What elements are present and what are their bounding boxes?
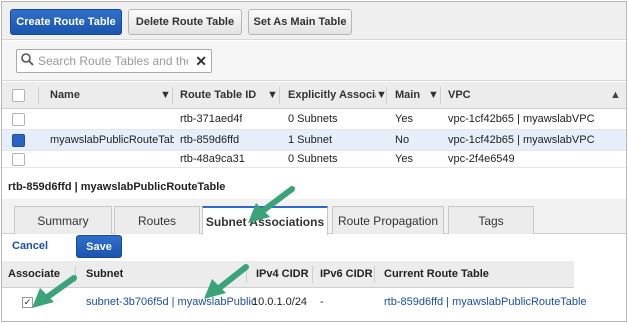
column-divider [386, 87, 387, 104]
sort-caret-icon[interactable]: ▼ [267, 82, 278, 108]
subnet-link[interactable]: subnet-3b706f5d | myawslabPublic [86, 288, 256, 316]
create-route-table-button[interactable]: Create Route Table [10, 9, 122, 35]
current-route-table-link[interactable]: rtb-859d6ffd | myawslabPublicRouteTable [384, 288, 587, 316]
column-header-associate: Associate [8, 268, 60, 280]
delete-route-table-button[interactable]: Delete Route Table [128, 9, 242, 35]
sort-caret-icon[interactable]: ▼ [428, 82, 439, 108]
row-vpc: vpc-1cf42b65 | myawslabVPC [448, 134, 595, 146]
column-header-subnet: Subnet [86, 268, 124, 280]
column-header-main[interactable]: Main [395, 82, 425, 108]
associate-cell: ✓ [22, 288, 33, 316]
grid-header: Name ▼ Route Table ID ▼ Explicitly Assoc… [2, 82, 626, 109]
detail-tabs: Summary Routes Subnet Associations Route… [2, 199, 626, 235]
column-header-route-table-id[interactable]: Route Table ID [180, 82, 270, 108]
table-row: ✓ subnet-3b706f5d | myawslabPublic 10.0.… [2, 288, 587, 316]
row-checkbox[interactable] [12, 153, 25, 166]
table-row[interactable]: rtb-371aed4f 0 Subnets Yes vpc-1cf42b65 … [2, 109, 626, 130]
row-checkbox[interactable] [12, 133, 25, 147]
row-checkbox[interactable] [12, 112, 25, 126]
toolbar: Create Route Table Delete Route Table Se… [2, 2, 626, 40]
row-vpc: vpc-2f4e6549 [448, 153, 515, 165]
tab-routes[interactable]: Routes [114, 206, 200, 234]
column-divider [374, 266, 375, 283]
associate-checkbox[interactable]: ✓ [22, 296, 33, 308]
column-divider [75, 266, 76, 283]
ipv6-cidr: - [320, 296, 324, 308]
column-divider [440, 87, 441, 104]
sort-caret-icon[interactable]: ▲ [610, 82, 621, 108]
row-route-table-id: rtb-48a9ca31 [180, 153, 245, 165]
column-label: Route Table ID [180, 89, 257, 101]
tab-route-propagation[interactable]: Route Propagation [332, 206, 444, 234]
row-main: No [395, 134, 410, 146]
row-vpc: vpc-1cf42b65 | myawslabVPC [448, 113, 595, 125]
tab-tags[interactable]: Tags [448, 206, 534, 234]
console-panel: Create Route Table Delete Route Table Se… [1, 1, 627, 322]
route-table-grid: Name ▼ Route Table ID ▼ Explicitly Assoc… [2, 82, 626, 168]
row-explicit-associations: 1 Subnet [288, 134, 333, 146]
tab-subnet-associations[interactable]: Subnet Associations [202, 206, 328, 235]
search-icon [21, 53, 34, 69]
row-main: Yes [395, 153, 413, 165]
set-main-table-button[interactable]: Set As Main Table [248, 9, 352, 35]
close-icon[interactable]: ✕ [195, 53, 207, 69]
column-divider [246, 266, 247, 283]
row-checkbox-cell [12, 109, 25, 129]
subnet-grid-header: Associate Subnet IPv4 CIDR IPv6 CIDR Cur… [2, 261, 574, 288]
ipv4-cidr: 10.0.1.0/24 [252, 296, 308, 308]
search-input[interactable] [38, 54, 188, 68]
column-header-vpc[interactable]: VPC [448, 82, 508, 108]
column-label: Main [395, 89, 421, 101]
row-route-table-id: rtb-371aed4f [180, 113, 243, 125]
search-bar: ✕ [2, 41, 626, 81]
cancel-button[interactable]: Cancel [12, 240, 48, 252]
row-name: myawslabPublicRouteTable [50, 134, 174, 146]
row-explicit-associations: 0 Subnets [288, 153, 338, 165]
row-name [50, 109, 174, 129]
column-label: Name [50, 89, 80, 101]
column-divider [312, 266, 313, 283]
column-divider [38, 87, 39, 104]
table-row[interactable]: myawslabPublicRouteTable rtb-859d6ffd 1 … [2, 130, 626, 151]
search-box[interactable]: ✕ [16, 49, 212, 73]
table-row[interactable]: rtb-48a9ca31 0 Subnets Yes vpc-2f4e6549 [2, 151, 626, 168]
sort-caret-icon[interactable]: ▼ [160, 82, 171, 108]
tab-summary[interactable]: Summary [14, 206, 112, 234]
column-header-ipv6-cidr: IPv6 CIDR [320, 268, 373, 280]
column-label: Explicitly Associat [288, 89, 376, 101]
save-button[interactable]: Save [76, 235, 122, 258]
column-divider [172, 87, 173, 104]
column-header-ipv4-cidr: IPv4 CIDR [256, 268, 309, 280]
column-label: VPC [448, 89, 471, 101]
select-all-checkbox[interactable] [12, 88, 25, 102]
select-all-cell [12, 82, 32, 108]
column-header-explicitly-associated[interactable]: Explicitly Associat [288, 82, 376, 108]
row-route-table-id: rtb-859d6ffd [180, 134, 240, 146]
row-name [50, 151, 174, 167]
row-explicit-associations: 0 Subnets [288, 113, 338, 125]
row-checkbox-cell [12, 130, 25, 150]
edit-actions: Cancel Save [2, 234, 626, 260]
column-header-name[interactable]: Name [50, 82, 170, 108]
detail-title: rtb-859d6ffd | myawslabPublicRouteTable [8, 181, 226, 193]
column-divider [279, 87, 280, 104]
subnet-association-grid: Associate Subnet IPv4 CIDR IPv6 CIDR Cur… [2, 261, 587, 316]
row-main: Yes [395, 113, 413, 125]
column-header-current-route-table: Current Route Table [384, 268, 489, 280]
row-checkbox-cell [12, 151, 25, 167]
